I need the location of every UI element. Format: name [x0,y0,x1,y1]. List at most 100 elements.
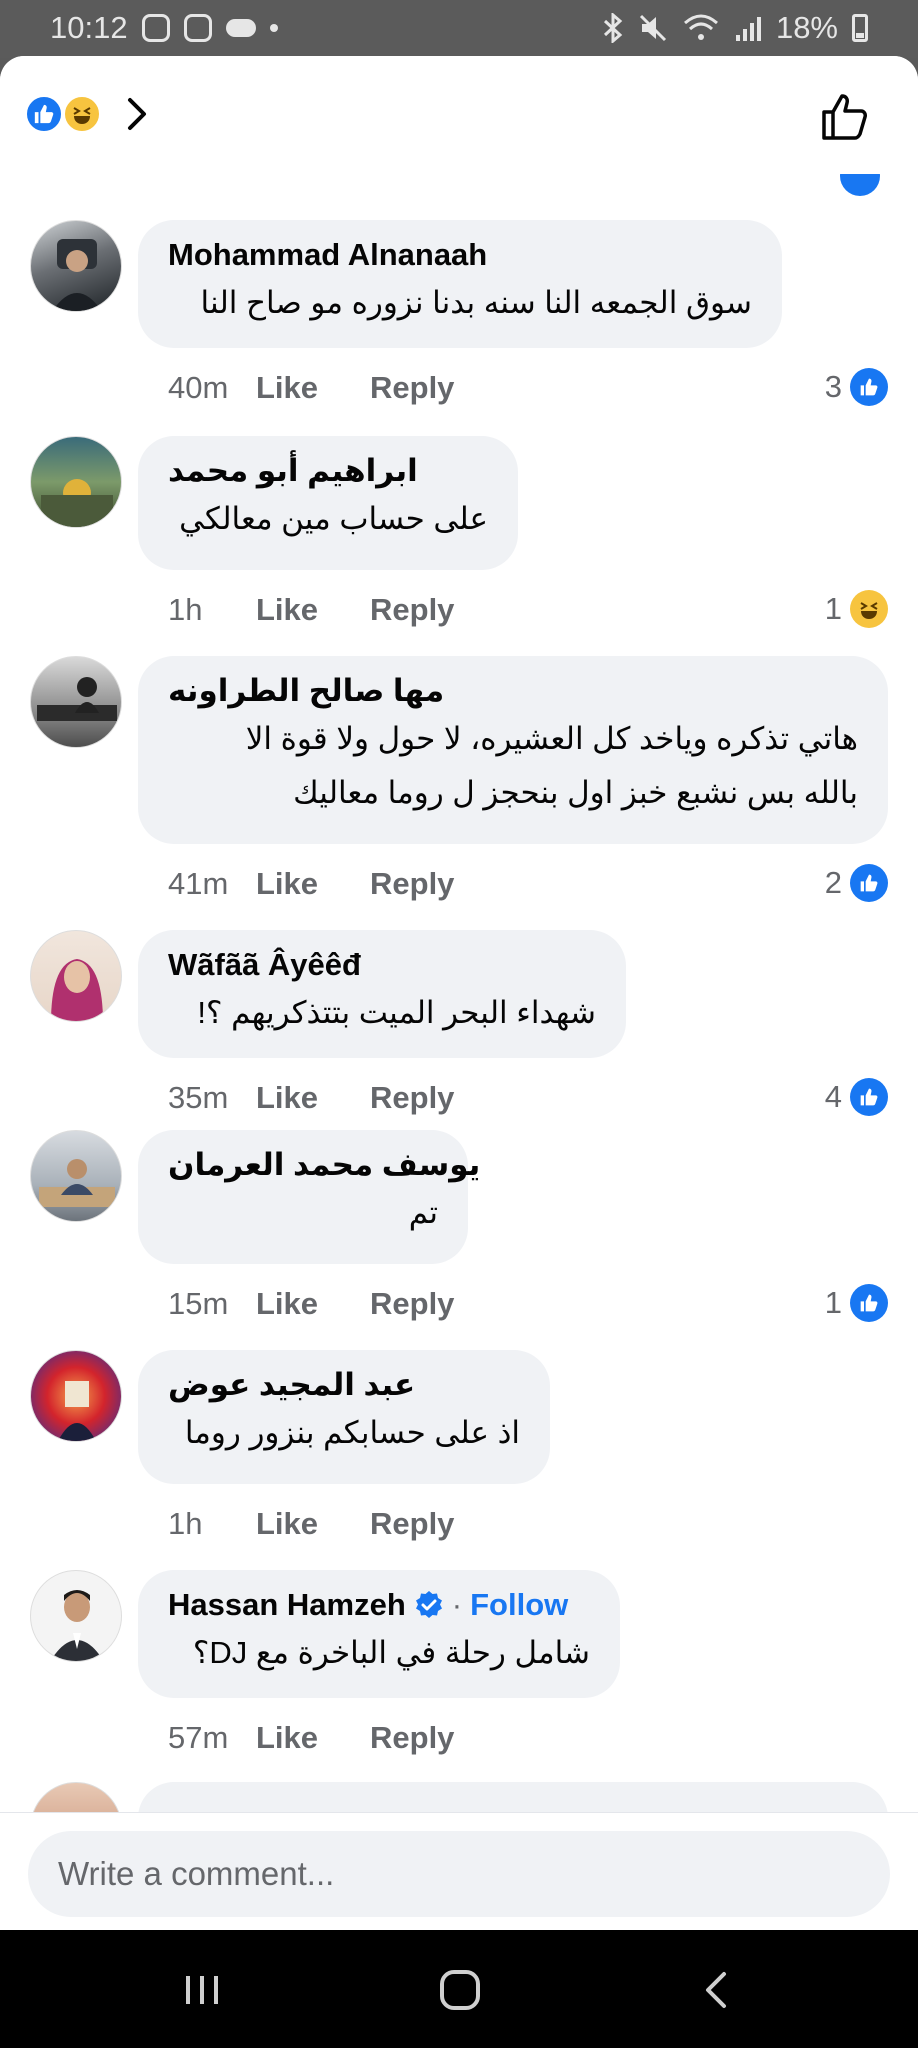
like-button[interactable]: Like [256,592,370,628]
separator-dot: · [451,1587,463,1622]
comment-text: على حساب مين معالكي [179,501,488,536]
battery-percent: 18% [775,10,838,45]
reply-button[interactable]: Reply [370,1506,454,1542]
follow-button[interactable]: Follow [470,1584,568,1626]
back-icon[interactable] [688,1960,748,2020]
commenter-name[interactable]: يوسف محمد العرمان [168,1144,480,1186]
comment-actions: 1h Like Reply [168,592,454,628]
avatar[interactable] [30,1570,122,1662]
commenter-name[interactable]: مها صالح الطراونه [168,670,858,712]
bluetooth-icon [603,13,623,43]
reaction-count[interactable]: 1 [825,590,888,628]
comment-text: تم [408,1195,438,1230]
like-icon [850,1078,888,1116]
like-icon [850,368,888,406]
reply-button[interactable]: Reply [370,1720,454,1756]
clock: 10:12 [50,10,128,45]
like-icon [850,864,888,902]
status-bar: 10:12 18% [0,0,918,58]
verified-badge-icon [415,1591,442,1618]
reaction-count[interactable]: 4 [825,1078,888,1116]
comment-actions: 1h Like Reply [168,1506,454,1542]
comment-time: 15m [168,1286,229,1321]
comment-time: 1h [168,592,203,627]
comment-bubble[interactable]: مها صالح الطراونه هاتي تذكره وياخد كل ال… [138,656,888,844]
home-icon[interactable] [430,1960,490,2020]
like-reaction-icon[interactable] [24,94,64,134]
reply-button[interactable]: Reply [370,370,454,406]
comment-bubble[interactable]: يوسف محمد العرمان تم [138,1130,480,1264]
reply-button[interactable]: Reply [370,1286,454,1322]
commenter-name[interactable]: ابراهيم أبو محمد [168,450,488,492]
avatar[interactable] [30,1130,122,1222]
reaction-count[interactable]: 2 [825,864,888,902]
reply-button[interactable]: Reply [370,866,454,902]
reaction-count[interactable]: 3 [825,368,888,406]
like-button[interactable]: Like [256,370,370,406]
commenter-header: Hassan Hamzeh · Follow [168,1584,590,1626]
comment-bubble[interactable]: ابراهيم أبو محمد على حساب مين معالكي [138,436,518,570]
comments-list: Mohammad Alnanaah سوق الجمعه النا سنه بد… [0,174,918,1868]
comment-text: اذ على حسابكم بنزور روما [184,1415,520,1450]
commenter-name[interactable]: Mohammad Alnanaah [168,234,752,276]
like-button[interactable]: Like [256,1720,370,1756]
signal-icon [735,17,761,41]
comment-input[interactable]: Write a comment... [28,1831,890,1917]
avatar[interactable] [30,1350,122,1442]
commenter-name[interactable]: عبد المجيد عوض [168,1364,520,1406]
comment-time: 1h [168,1506,203,1541]
comment-text: شهداء البحر الميت بتتذكريهم ؟! [197,995,596,1030]
like-button[interactable]: Like [256,1080,370,1116]
comment-text-line: بالله بس نشبع خبز اول بنحجز ل روما معالي… [293,775,858,810]
comment-bubble[interactable]: Mohammad Alnanaah سوق الجمعه النا سنه بد… [138,220,782,348]
like-button[interactable]: Like [256,866,370,902]
haha-reaction-icon[interactable] [62,94,102,134]
commenter-name[interactable]: Wãfãã Âyêêđ [168,944,596,986]
comment-composer-bar: Write a comment... [0,1812,918,1930]
comment-actions: 35m Like Reply [168,1080,454,1116]
comment-time: 35m [168,1080,229,1115]
comment-actions: 57m Like Reply [168,1720,454,1756]
comment-time: 57m [168,1720,229,1755]
avatar[interactable] [30,930,122,1022]
reaction-count[interactable]: 1 [825,1284,888,1322]
instagram-icon [183,14,212,42]
reaction-count-number: 1 [824,1285,842,1320]
reaction-count-number: 2 [824,865,842,900]
thumbs-up-outline-icon[interactable] [818,88,874,144]
like-icon [850,1284,888,1322]
instagram-icon [141,14,170,42]
reply-button[interactable]: Reply [370,592,454,628]
wifi-icon [683,14,718,40]
battery-icon [852,14,868,42]
recent-apps-icon[interactable] [172,1960,232,2020]
avatar[interactable] [30,436,122,528]
sheet-header [0,56,918,174]
comment-text-line: هاتي تذكره وياخد كل العشيره، لا حول ولا … [245,721,858,756]
comment-text: سوق الجمعه النا سنه بدنا نزوره مو صاح ال… [200,285,752,320]
dot-icon [269,24,278,32]
mute-icon [639,14,667,42]
haha-icon [850,590,888,628]
avatar[interactable] [30,656,122,748]
cloud-icon [225,19,256,37]
reaction-count-number: 1 [824,591,842,626]
comment-time: 41m [168,866,229,901]
comment-actions: 40m Like Reply [168,370,454,406]
like-button[interactable]: Like [256,1506,370,1542]
comment-bubble[interactable]: Hassan Hamzeh · Follow شامل رحلة في البا… [138,1570,620,1698]
reaction-count-number: 4 [824,1079,842,1114]
reaction-count-number: 3 [824,369,842,404]
comment-bubble[interactable]: Wãfãã Âyêêđ شهداء البحر الميت بتتذكريهم … [138,930,626,1058]
comment-bubble[interactable]: عبد المجيد عوض اذ على حسابكم بنزور روما [138,1350,550,1484]
like-button[interactable]: Like [256,1286,370,1322]
comments-sheet: Mohammad Alnanaah سوق الجمعه النا سنه بد… [0,56,918,1930]
chevron-right-icon[interactable] [118,94,158,134]
reply-button[interactable]: Reply [370,1080,454,1116]
avatar[interactable] [30,220,122,312]
comment-actions: 41m Like Reply [168,866,454,902]
navigation-bar [0,1930,918,2048]
comment-actions: 15m Like Reply [168,1286,454,1322]
comment-text: شامل رحلة في الباخرة مع DJ؟ [192,1635,590,1670]
commenter-name[interactable]: Hassan Hamzeh [168,1584,406,1626]
